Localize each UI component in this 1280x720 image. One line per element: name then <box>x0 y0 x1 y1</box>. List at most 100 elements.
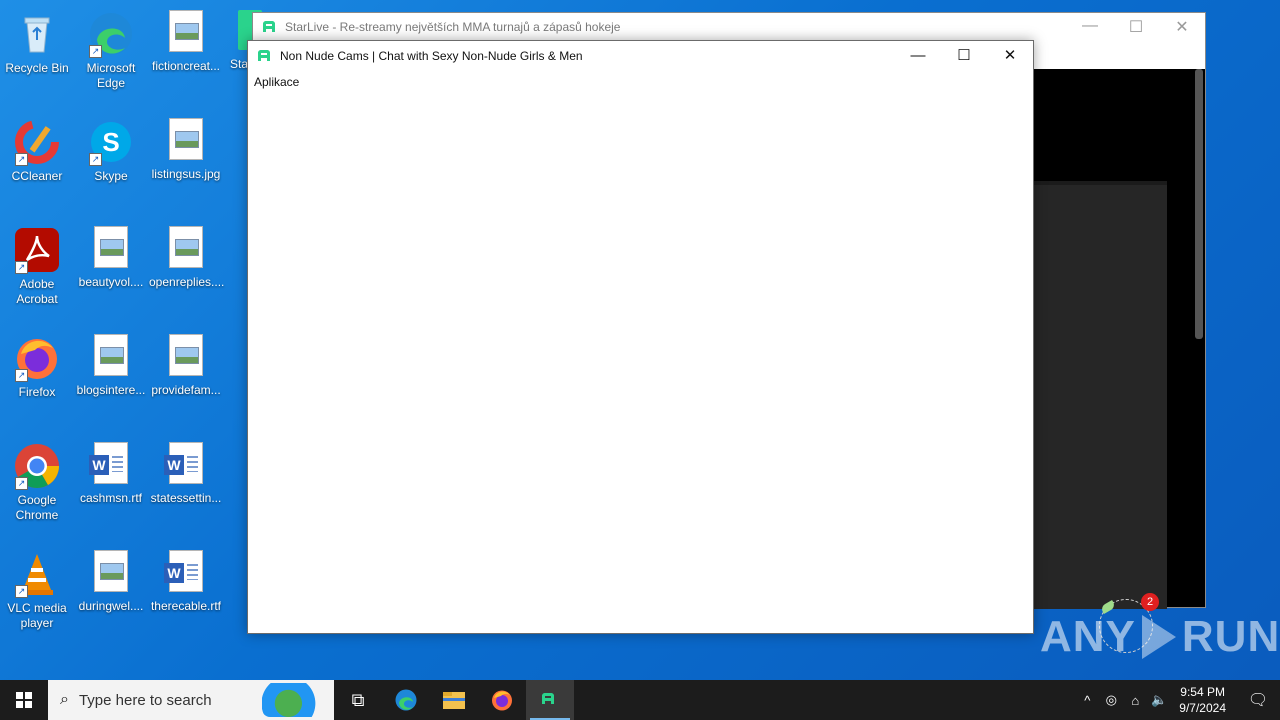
taskbar-search[interactable]: ⌕ Type here to search <box>48 680 334 720</box>
desktop-icon-label: Skype <box>94 169 128 183</box>
taskbar-file-explorer[interactable] <box>430 680 478 720</box>
desktop-icon-file[interactable]: fictioncreat... <box>149 6 223 74</box>
shortcut-arrow-icon: ↗ <box>15 585 28 598</box>
desktop-icon-file[interactable]: duringwel.... <box>74 546 148 614</box>
minimize-button[interactable]: — <box>1067 17 1113 37</box>
desktop-icon-label: beautyvol.... <box>78 275 144 289</box>
starlive-app-icon <box>263 21 277 33</box>
desktop: Recycle Bin ↗ CCleaner ↗ Adobe Acrobat ↗… <box>0 0 1280 680</box>
image-file-icon <box>94 550 128 592</box>
desktop-icon-skype[interactable]: S ↗ Skype <box>74 114 148 184</box>
app-icon <box>542 693 558 707</box>
desktop-icon-vlc[interactable]: ↗ VLC media player <box>0 546 74 631</box>
start-button[interactable] <box>0 680 48 720</box>
taskbar-firefox[interactable] <box>478 680 526 720</box>
firefox-icon <box>492 690 512 711</box>
desktop-icon-recycle-bin[interactable]: Recycle Bin <box>0 6 74 76</box>
image-file-icon <box>169 334 203 376</box>
minimize-button[interactable]: — <box>895 41 941 71</box>
desktop-icon-file[interactable]: W cashmsn.rtf <box>74 438 148 506</box>
desktop-icon-label: CCleaner <box>11 169 63 183</box>
desktop-icon-firefox[interactable]: ↗ Firefox <box>0 330 74 400</box>
desktop-icon-label: therecable.rtf <box>150 599 222 613</box>
show-hidden-icons-chevron-icon[interactable]: ^ <box>1075 693 1099 708</box>
notification-badge: 2 <box>1141 593 1159 611</box>
chrome-icon: ↗ <box>13 442 61 490</box>
desktop-icon-file[interactable]: W statessettin... <box>149 438 223 506</box>
ccleaner-icon: ↗ <box>13 118 61 166</box>
watermark-text-right: RUN <box>1181 612 1280 661</box>
clock[interactable]: 9:54 PM 9/7/2024 <box>1179 684 1226 716</box>
desktop-icon-label: Recycle Bin <box>5 61 69 75</box>
shortcut-arrow-icon: ↗ <box>15 477 28 490</box>
word-document-icon: W <box>164 550 203 592</box>
desktop-icon-label: listingsus.jpg <box>151 167 221 181</box>
taskbar-starlive-app[interactable] <box>526 680 574 720</box>
close-button[interactable]: ✕ <box>987 41 1033 71</box>
taskbar: ⌕ Type here to search ⧉ ^ ◎ ⌂ 🔈 9:54 PM … <box>0 680 1280 720</box>
scrollbar[interactable] <box>1195 69 1203 339</box>
desktop-icon-label: Microsoft Edge <box>86 61 136 90</box>
close-button[interactable]: ✕ <box>1159 17 1205 37</box>
shortcut-arrow-icon: ↗ <box>89 45 102 58</box>
desktop-icon-label: providefam... <box>151 383 221 397</box>
task-view-icon: ⧉ <box>351 689 365 710</box>
edge-icon: ↗ <box>87 10 135 58</box>
desktop-icon-ccleaner[interactable]: ↗ CCleaner <box>0 114 74 184</box>
skype-icon: S ↗ <box>87 118 135 166</box>
word-document-icon: W <box>164 442 203 484</box>
task-view-button[interactable]: ⧉ <box>334 680 382 720</box>
meet-now-icon[interactable]: ◎ <box>1099 692 1123 708</box>
recycle-bin-icon <box>13 10 61 58</box>
desktop-icon-label: openreplies.... <box>149 275 225 289</box>
app-icon <box>258 50 272 62</box>
window-title: Non Nude Cams | Chat with Sexy Non-Nude … <box>280 49 583 63</box>
desktop-icon-file[interactable]: openreplies.... <box>149 222 225 290</box>
desktop-icon-file[interactable]: W therecable.rtf <box>149 546 223 614</box>
desktop-icon-file[interactable]: blogsintere... <box>74 330 148 398</box>
desktop-icon-microsoft-edge[interactable]: ↗ Microsoft Edge <box>74 6 148 91</box>
network-icon[interactable]: ⌂ <box>1123 693 1147 708</box>
maximize-button[interactable]: ☐ <box>1113 17 1159 37</box>
play-triangle-icon <box>1141 615 1176 659</box>
edge-icon <box>395 689 417 711</box>
desktop-icon-label: fictioncreat... <box>151 59 221 73</box>
window-titlebar[interactable]: Non Nude Cams | Chat with Sexy Non-Nude … <box>248 41 1033 71</box>
desktop-icon-adobe-acrobat[interactable]: ↗ Adobe Acrobat <box>0 222 74 307</box>
taskbar-edge[interactable] <box>382 680 430 720</box>
desktop-icon-label: statessettin... <box>150 491 222 505</box>
system-tray: ^ ◎ ⌂ 🔈 9:54 PM 9/7/2024 🗨 <box>1075 680 1280 720</box>
desktop-icon-label: VLC media player <box>7 601 67 630</box>
word-document-icon: W <box>89 442 128 484</box>
video-panel <box>1033 181 1167 609</box>
volume-icon[interactable]: 🔈 <box>1147 692 1171 708</box>
desktop-icon-label: Firefox <box>18 385 56 399</box>
shortcut-arrow-icon: ↗ <box>15 369 28 382</box>
desktop-icon-label: blogsintere... <box>76 383 146 397</box>
maximize-button[interactable]: ☐ <box>941 41 987 71</box>
desktop-icon-file[interactable]: beautyvol.... <box>74 222 148 290</box>
desktop-icon-google-chrome[interactable]: ↗ Google Chrome <box>0 438 74 523</box>
search-highlight-icon <box>262 683 328 717</box>
desktop-icon-label: cashmsn.rtf <box>79 491 142 505</box>
search-icon: ⌕ <box>60 691 69 708</box>
image-file-icon <box>94 226 128 268</box>
firefox-icon: ↗ <box>13 334 61 382</box>
desktop-icon-label: duringwel.... <box>78 599 144 613</box>
windows-logo-icon <box>16 692 32 708</box>
shortcut-arrow-icon: ↗ <box>15 261 28 274</box>
clock-time: 9:54 PM <box>1180 685 1225 699</box>
vlc-cone-icon: ↗ <box>13 550 61 598</box>
desktop-icon-file[interactable]: providefam... <box>149 330 223 398</box>
file-explorer-icon <box>443 692 465 709</box>
menu-aplikace[interactable]: Aplikace <box>248 71 1033 93</box>
notification-center-icon[interactable]: 🗨 <box>1236 690 1280 710</box>
desktop-icon-label: Adobe Acrobat <box>16 277 58 306</box>
image-file-icon <box>169 118 203 160</box>
image-file-icon <box>169 10 203 52</box>
desktop-icon-file[interactable]: listingsus.jpg <box>149 114 223 182</box>
shortcut-arrow-icon: ↗ <box>89 153 102 166</box>
acrobat-icon: ↗ <box>13 226 61 274</box>
window-titlebar[interactable]: StarLive - Re-streamy největších MMA tur… <box>253 13 1205 41</box>
nonnude-window[interactable]: Non Nude Cams | Chat with Sexy Non-Nude … <box>247 40 1034 634</box>
